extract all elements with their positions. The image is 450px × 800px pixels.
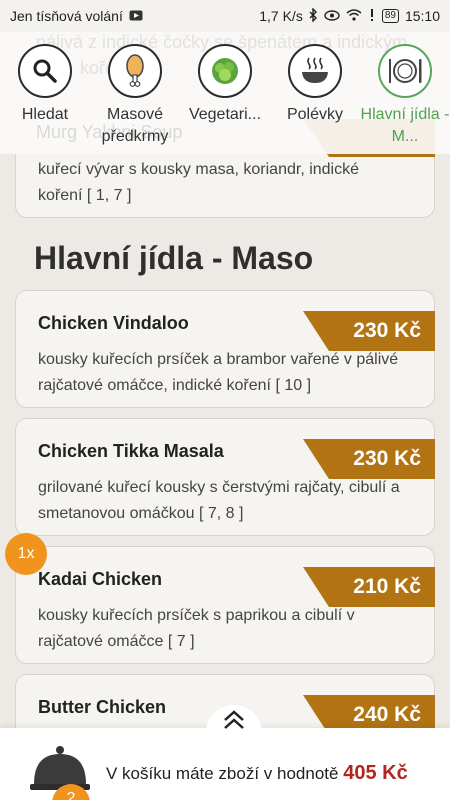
item-name: Kadai Chicken	[38, 569, 163, 589]
nav-item-main-meat[interactable]: Hlavní jídla - M...	[360, 44, 450, 154]
item-price: 230 Kč	[353, 447, 421, 470]
menu-item-card[interactable]: Kadai Chicken 210 Kč kousky kuřecích prs…	[15, 546, 435, 664]
drumstick-icon	[108, 44, 162, 98]
item-description: kuřecí vývar s kousky masa, koriandr, in…	[38, 161, 360, 204]
cart-summary: V košíku máte zboží v hodnotě 405 Kč	[106, 762, 408, 785]
item-name: Butter Chicken	[38, 697, 167, 717]
item-description: kousky kuřecích prsíček a brambor vařené…	[38, 351, 399, 394]
nav-label: Vegetari...	[188, 106, 262, 123]
eye-icon	[324, 9, 340, 24]
cart-summary-label: V košíku máte zboží v hodnotě	[106, 764, 339, 783]
nav-item-vegetarian[interactable]: Vegetari...	[180, 44, 270, 154]
search-icon	[18, 44, 72, 98]
item-description: grilované kuřecí kousky s čerstvými rajč…	[38, 479, 400, 522]
video-icon	[129, 9, 143, 24]
item-price: 240 Kč	[353, 703, 421, 726]
carrier-text: Jen tísňová volání	[10, 8, 123, 24]
price-tag: 230 Kč	[303, 311, 435, 351]
nav-item-search[interactable]: Hledat	[0, 44, 90, 154]
item-name: Chicken Vindaloo	[38, 313, 189, 333]
wifi-icon	[346, 8, 362, 24]
menu-item-card[interactable]: Chicken Vindaloo 230 Kč kousky kuřecích …	[15, 290, 435, 408]
menu-item-card[interactable]: Chicken Tikka Masala 230 Kč grilované ku…	[15, 418, 435, 536]
vegetable-icon	[198, 44, 252, 98]
nav-label: Hlavní jídla - M...	[360, 106, 450, 145]
nav-label: Masové předkrmy	[101, 106, 169, 145]
nav-label: Polévky	[286, 106, 344, 123]
battery-icon: 89	[381, 9, 399, 23]
clock: 15:10	[404, 8, 440, 24]
alert-icon	[368, 8, 376, 24]
item-name: Chicken Tikka Masala	[38, 441, 224, 461]
plate-cutlery-icon	[378, 44, 432, 98]
status-bar: Jen tísňová volání 1,7 K/s 89 15:10	[0, 0, 450, 32]
category-nav: pálivá z indické čočky se špenátem a ind…	[0, 32, 450, 154]
quantity-badge[interactable]: 1x	[5, 533, 47, 575]
price-tag: 230 Kč	[303, 439, 435, 479]
double-chevron-up-icon	[222, 709, 246, 736]
nav-item-meat-starters[interactable]: Masové předkrmy	[90, 44, 180, 154]
network-speed: 1,7 K/s	[259, 8, 303, 24]
soup-bowl-icon	[288, 44, 342, 98]
nav-item-soups[interactable]: Polévky	[270, 44, 360, 154]
item-price: 230 Kč	[353, 319, 421, 342]
nav-label: Hledat	[21, 106, 69, 123]
price-tag: 210 Kč	[303, 567, 435, 607]
bluetooth-icon	[309, 6, 318, 25]
section-title: Hlavní jídla - Maso	[34, 240, 314, 276]
item-description: kousky kuřecích prsíček s paprikou a cib…	[38, 607, 355, 650]
item-price: 210 Kč	[353, 575, 421, 598]
battery-level: 89	[384, 10, 396, 21]
cart-total: 405 Kč	[343, 762, 408, 784]
